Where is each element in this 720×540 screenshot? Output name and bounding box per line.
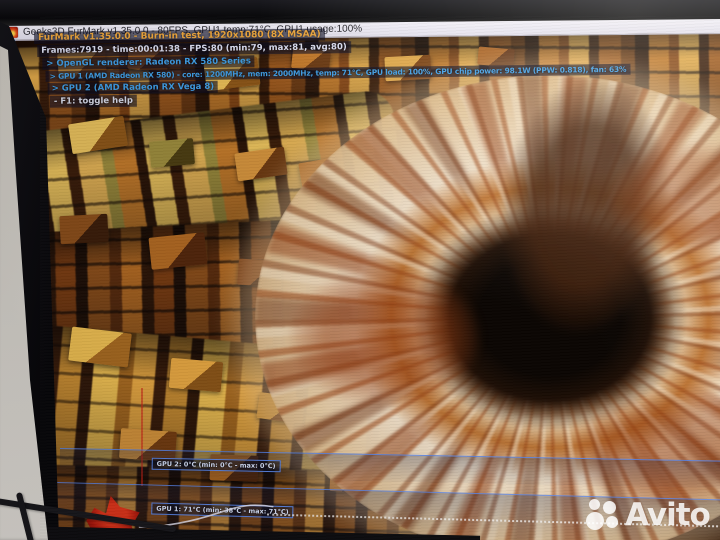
osd-line-gpu2: > GPU 2 (AMD Radeon RX Vega 8) [47,80,219,95]
avito-watermark: Avito [586,497,711,533]
avito-watermark-text: Avito [625,497,711,533]
tunnel-box [168,357,224,393]
tunnel-box [68,326,132,368]
tunnel-box [59,213,109,245]
tunnel-box [148,138,196,168]
tunnel-box [148,232,208,270]
avito-logo-icon [586,498,622,532]
gpu2-graph-label: GPU 2: 0°C (min: 0°C - max: 0°C) [151,457,281,473]
osd-line-help: - F1: toggle help [49,94,138,108]
osd-overlay: FurMark v1.35.0.0 - Burn-in test, 1920x1… [34,25,631,109]
iris-rust-patch [290,269,480,405]
photo-of-monitor-running-furmark: FurMark v1.35.0.0 - Burn-in test, 1920x1… [0,0,720,540]
osd-line-frames: Frames:7919 - time:00:01:38 - FPS:80 (mi… [37,41,351,57]
